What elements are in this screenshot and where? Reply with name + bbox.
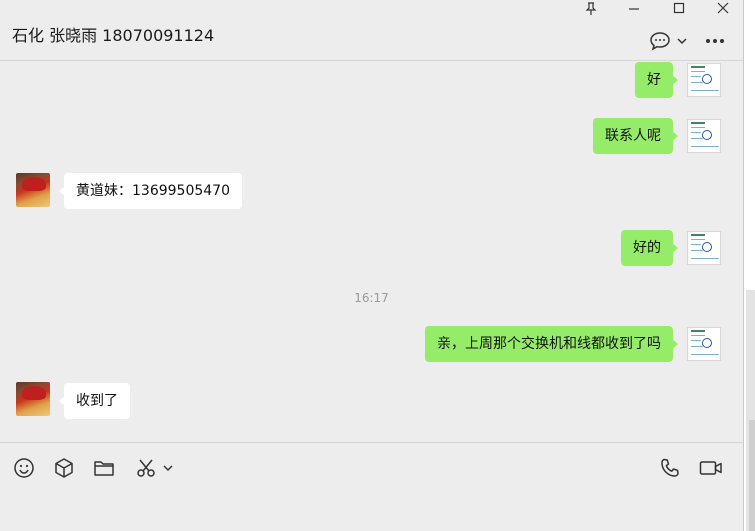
message-bubble-self[interactable]: 亲，上周那个交换机和线都收到了吗 — [425, 326, 678, 362]
message-bubble-self[interactable]: 好的 — [621, 230, 678, 266]
avatar-self[interactable] — [687, 231, 721, 265]
voice-call-button[interactable] — [658, 456, 682, 480]
send-file-button[interactable] — [92, 456, 116, 480]
background-window-edge — [743, 0, 755, 531]
emoji-button[interactable] — [12, 456, 36, 480]
video-icon — [699, 461, 722, 475]
video-call-button[interactable] — [698, 456, 724, 480]
phone-icon — [661, 458, 679, 477]
message-bubble-contact[interactable]: 黄道妹：13699505470 — [59, 173, 242, 209]
chevron-down-icon — [163, 465, 173, 472]
scissors-icon — [137, 459, 155, 477]
pin-icon — [585, 1, 597, 15]
message-bubble-self[interactable]: 好 — [635, 62, 678, 98]
message-bubble-contact[interactable]: 收到了 — [59, 383, 130, 419]
cube-icon — [55, 458, 73, 478]
message-bubble-self[interactable]: 联系人呢 — [593, 118, 678, 154]
avatar-contact[interactable] — [16, 173, 50, 207]
avatar-self[interactable] — [687, 327, 721, 361]
favorites-button[interactable] — [52, 456, 76, 480]
message-list[interactable]: 好 联系人呢 黄道妹：13699505470 好的 16:17 亲，上周那个交换… — [0, 61, 743, 442]
minimize-button[interactable] — [614, 0, 654, 16]
input-divider — [0, 442, 743, 443]
more-icon — [706, 39, 724, 43]
pin-button[interactable] — [571, 0, 611, 16]
avatar-self[interactable] — [687, 63, 721, 97]
chat-bubble-icon — [650, 32, 670, 51]
folder-icon — [94, 461, 114, 476]
avatar-contact[interactable] — [16, 382, 50, 416]
maximize-button[interactable] — [659, 0, 699, 16]
screenshot-button[interactable] — [132, 456, 176, 480]
chat-info-button[interactable] — [647, 30, 689, 52]
close-button[interactable] — [703, 0, 743, 16]
emoji-icon — [14, 458, 34, 478]
chat-window: 石化 张晓雨 18070091124 好 联系人呢 黄道妹：1369950547… — [0, 0, 743, 531]
maximize-icon — [673, 2, 685, 14]
more-button[interactable] — [703, 30, 727, 52]
message-timestamp: 16:17 — [354, 291, 389, 305]
chat-title: 石化 张晓雨 18070091124 — [12, 26, 215, 45]
avatar-self[interactable] — [687, 119, 721, 153]
chevron-down-icon — [677, 38, 687, 45]
minimize-icon — [629, 8, 639, 10]
close-icon — [717, 2, 729, 14]
